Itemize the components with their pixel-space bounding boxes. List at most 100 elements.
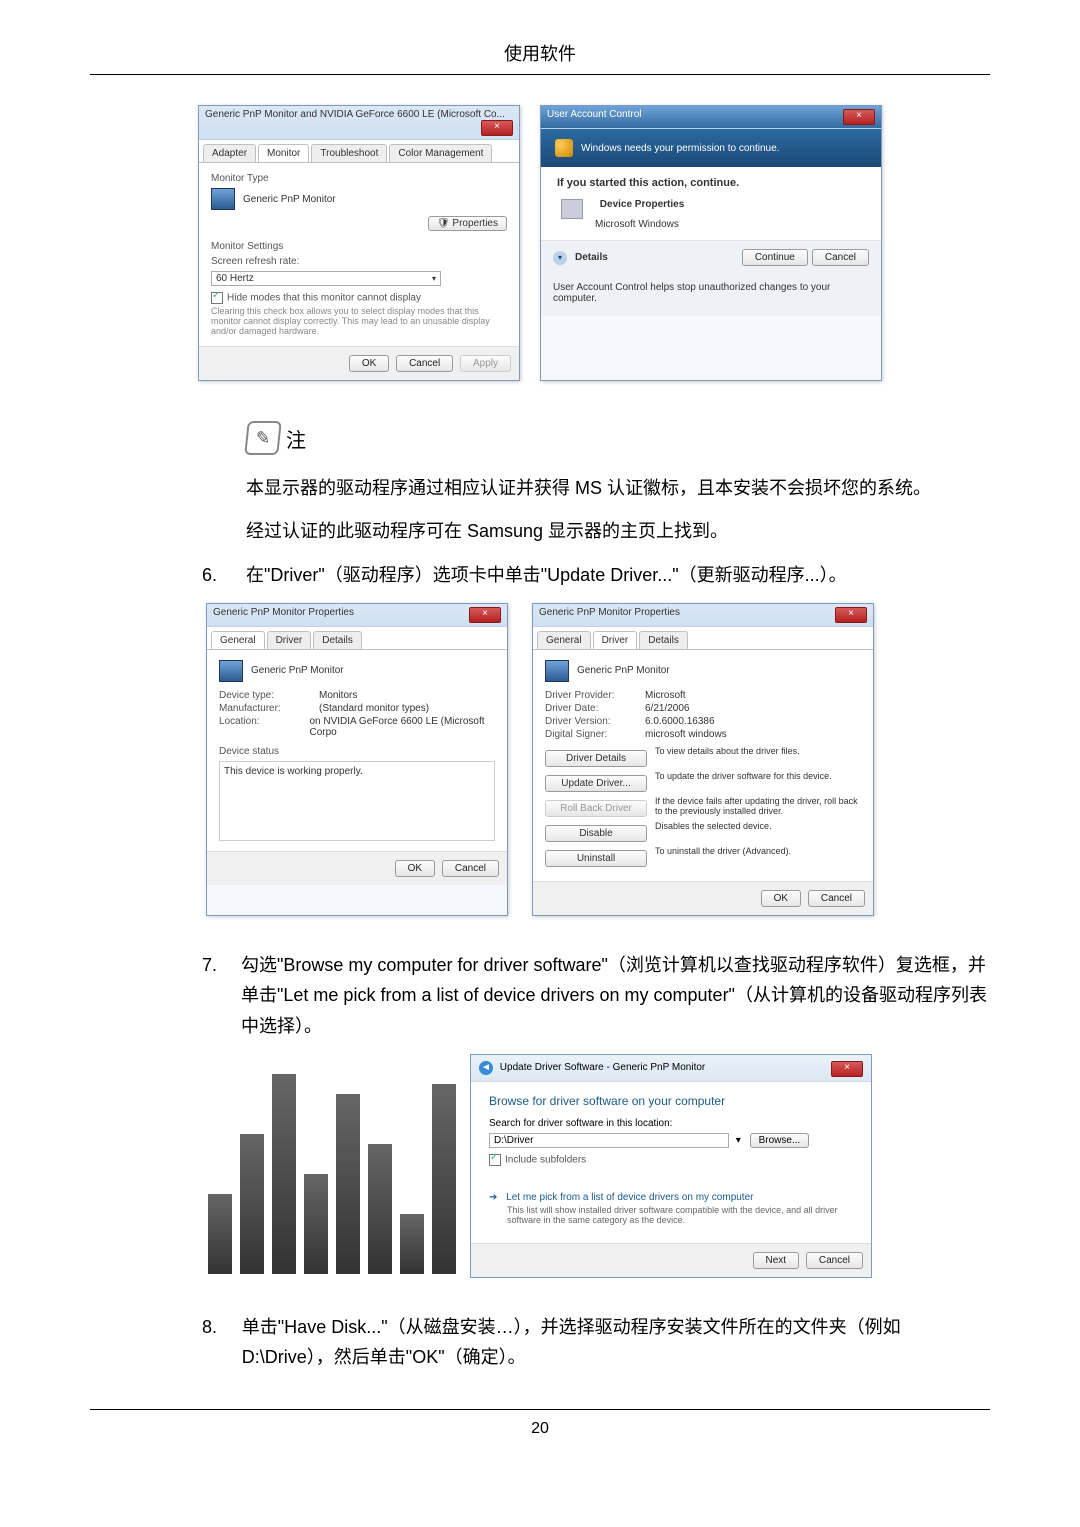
cancel-button[interactable]: Cancel xyxy=(396,355,453,372)
uac-item-title: Device Properties xyxy=(600,199,685,210)
date-v: 6/21/2006 xyxy=(645,703,690,714)
step-num: 8. xyxy=(202,1312,218,1343)
search-label: Search for driver software in this locat… xyxy=(489,1118,853,1129)
tab-driver[interactable]: Driver xyxy=(267,631,312,649)
device-status-label: Device status xyxy=(219,746,495,757)
monitor-icon xyxy=(211,188,235,210)
cancel-button[interactable]: Cancel xyxy=(808,890,865,907)
paragraph-1: 本显示器的驱动程序通过相应认证并获得 MS 认证徽标，且本安装不会损坏您的系统。 xyxy=(246,473,990,504)
version-k: Driver Version: xyxy=(545,716,645,727)
screenshot-group-1: Generic PnP Monitor and NVIDIA GeForce 6… xyxy=(90,105,990,381)
tab-general[interactable]: General xyxy=(211,631,265,649)
dialog-title-text: Generic PnP Monitor Properties xyxy=(213,607,354,618)
pick-from-list-link[interactable]: Let me pick from a list of device driver… xyxy=(506,1192,753,1203)
dialog-title-text: Generic PnP Monitor Properties xyxy=(539,607,680,618)
note-block: ✎ 注 xyxy=(246,421,990,455)
tab-details[interactable]: Details xyxy=(313,631,362,649)
uac-action-text: If you started this action, continue. xyxy=(541,167,881,195)
uac-details-label[interactable]: Details xyxy=(575,252,738,263)
arrow-icon: ➔ xyxy=(489,1192,497,1203)
path-input[interactable]: D:\Driver xyxy=(489,1133,729,1148)
props-general-dialog: Generic PnP Monitor Properties × General… xyxy=(206,603,508,916)
ok-button[interactable]: OK xyxy=(761,890,801,907)
tab-monitor[interactable]: Monitor xyxy=(258,144,309,162)
signer-k: Digital Signer: xyxy=(545,729,645,740)
step-num: 7. xyxy=(202,950,217,981)
provider-k: Driver Provider: xyxy=(545,690,645,701)
next-button[interactable]: Next xyxy=(753,1252,800,1269)
chevron-down-icon[interactable]: ▾ xyxy=(553,251,567,265)
cancel-button[interactable]: Cancel xyxy=(442,860,499,877)
uac-item-sub: Microsoft Windows xyxy=(595,219,679,230)
uninstall-button[interactable]: Uninstall xyxy=(545,850,647,867)
rollback-desc: If the device fails after updating the d… xyxy=(655,796,861,821)
tab-general[interactable]: General xyxy=(537,631,591,649)
screenshot-group-3: ◄ Update Driver Software - Generic PnP M… xyxy=(90,1054,990,1278)
dialog-title: Generic PnP Monitor and NVIDIA GeForce 6… xyxy=(199,106,519,140)
device-type-k: Device type: xyxy=(219,690,319,701)
disable-button[interactable]: Disable xyxy=(545,825,647,842)
include-subfolders-checkbox[interactable]: Include subfolders xyxy=(489,1154,853,1166)
ok-button[interactable]: OK xyxy=(395,860,435,877)
apply-button: Apply xyxy=(460,355,511,372)
device-status-text: This device is working properly. xyxy=(219,761,495,841)
device-type-v: Monitors xyxy=(319,690,357,701)
hide-modes-checkbox[interactable]: Hide modes that this monitor cannot disp… xyxy=(211,292,507,304)
decorative-bars xyxy=(208,1054,456,1274)
uninstall-desc: To uninstall the driver (Advanced). xyxy=(655,846,861,871)
cancel-button[interactable]: Cancel xyxy=(806,1252,863,1269)
close-icon[interactable]: × xyxy=(481,120,513,136)
hide-modes-desc: Clearing this check box allows you to se… xyxy=(211,306,507,336)
close-icon[interactable]: × xyxy=(843,109,875,125)
monitor-type-label: Monitor Type xyxy=(211,173,507,184)
monitor-icon xyxy=(219,660,243,682)
wizard-title: ◄ Update Driver Software - Generic PnP M… xyxy=(471,1055,871,1082)
page-number: 20 xyxy=(90,1420,990,1438)
note-label: 注 xyxy=(286,424,306,453)
update-driver-button[interactable]: Update Driver... xyxy=(545,775,647,792)
step-text: 单击"Have Disk..."（从磁盘安装…），并选择驱动程序安装文件所在的文… xyxy=(242,1312,990,1373)
step-7: 7. 勾选"Browse my computer for driver soft… xyxy=(202,950,990,1042)
footer-divider xyxy=(90,1409,990,1410)
signer-v: microsoft windows xyxy=(645,729,727,740)
device-icon xyxy=(561,199,583,219)
note-icon: ✎ xyxy=(244,421,282,455)
close-icon[interactable]: × xyxy=(831,1061,863,1077)
continue-button[interactable]: Continue xyxy=(742,249,808,266)
uac-help-text: User Account Control helps stop unauthor… xyxy=(541,274,881,316)
ok-button[interactable]: OK xyxy=(349,355,389,372)
dialog-title: Generic PnP Monitor Properties × xyxy=(207,604,507,627)
rollback-button: Roll Back Driver xyxy=(545,800,647,817)
tab-details[interactable]: Details xyxy=(639,631,688,649)
close-icon[interactable]: × xyxy=(835,607,867,623)
manufacturer-k: Manufacturer: xyxy=(219,703,319,714)
date-k: Driver Date: xyxy=(545,703,645,714)
monitor-settings-label: Monitor Settings xyxy=(211,241,507,252)
monitor-icon xyxy=(545,660,569,682)
monitor-type-value: Generic PnP Monitor xyxy=(243,194,336,205)
refresh-rate-value: 60 Hertz xyxy=(216,273,254,284)
driver-details-button[interactable]: Driver Details xyxy=(545,750,647,767)
chevron-down-icon: ▾ xyxy=(432,274,436,283)
uac-item: Device Properties Microsoft Windows xyxy=(541,195,881,240)
uac-banner-text: Windows needs your permission to continu… xyxy=(581,143,779,154)
browse-button[interactable]: Browse... xyxy=(750,1133,810,1148)
manufacturer-v: (Standard monitor types) xyxy=(319,703,429,714)
properties-button[interactable]: 🛡 Properties xyxy=(428,216,507,231)
shield-icon xyxy=(555,139,573,157)
cancel-button[interactable]: Cancel xyxy=(812,249,869,266)
close-icon[interactable]: × xyxy=(469,607,501,623)
tab-troubleshoot[interactable]: Troubleshoot xyxy=(311,144,387,162)
refresh-rate-select[interactable]: 60 Hertz ▾ xyxy=(211,271,441,286)
step-text: 在"Driver"（驱动程序）选项卡中单击"Update Driver..."（… xyxy=(246,560,847,591)
tab-driver[interactable]: Driver xyxy=(593,631,638,649)
update-driver-wizard: ◄ Update Driver Software - Generic PnP M… xyxy=(470,1054,872,1278)
step-text: 勾选"Browse my computer for driver softwar… xyxy=(241,950,990,1042)
location-k: Location: xyxy=(219,716,309,738)
uac-details-row: ▾ Details Continue Cancel xyxy=(541,240,881,274)
step-8: 8. 单击"Have Disk..."（从磁盘安装…），并选择驱动程序安装文件所… xyxy=(202,1312,990,1373)
tab-color-management[interactable]: Color Management xyxy=(389,144,492,162)
device-name: Generic PnP Monitor xyxy=(251,665,344,676)
tab-adapter[interactable]: Adapter xyxy=(203,144,256,162)
back-icon[interactable]: ◄ xyxy=(479,1061,493,1075)
